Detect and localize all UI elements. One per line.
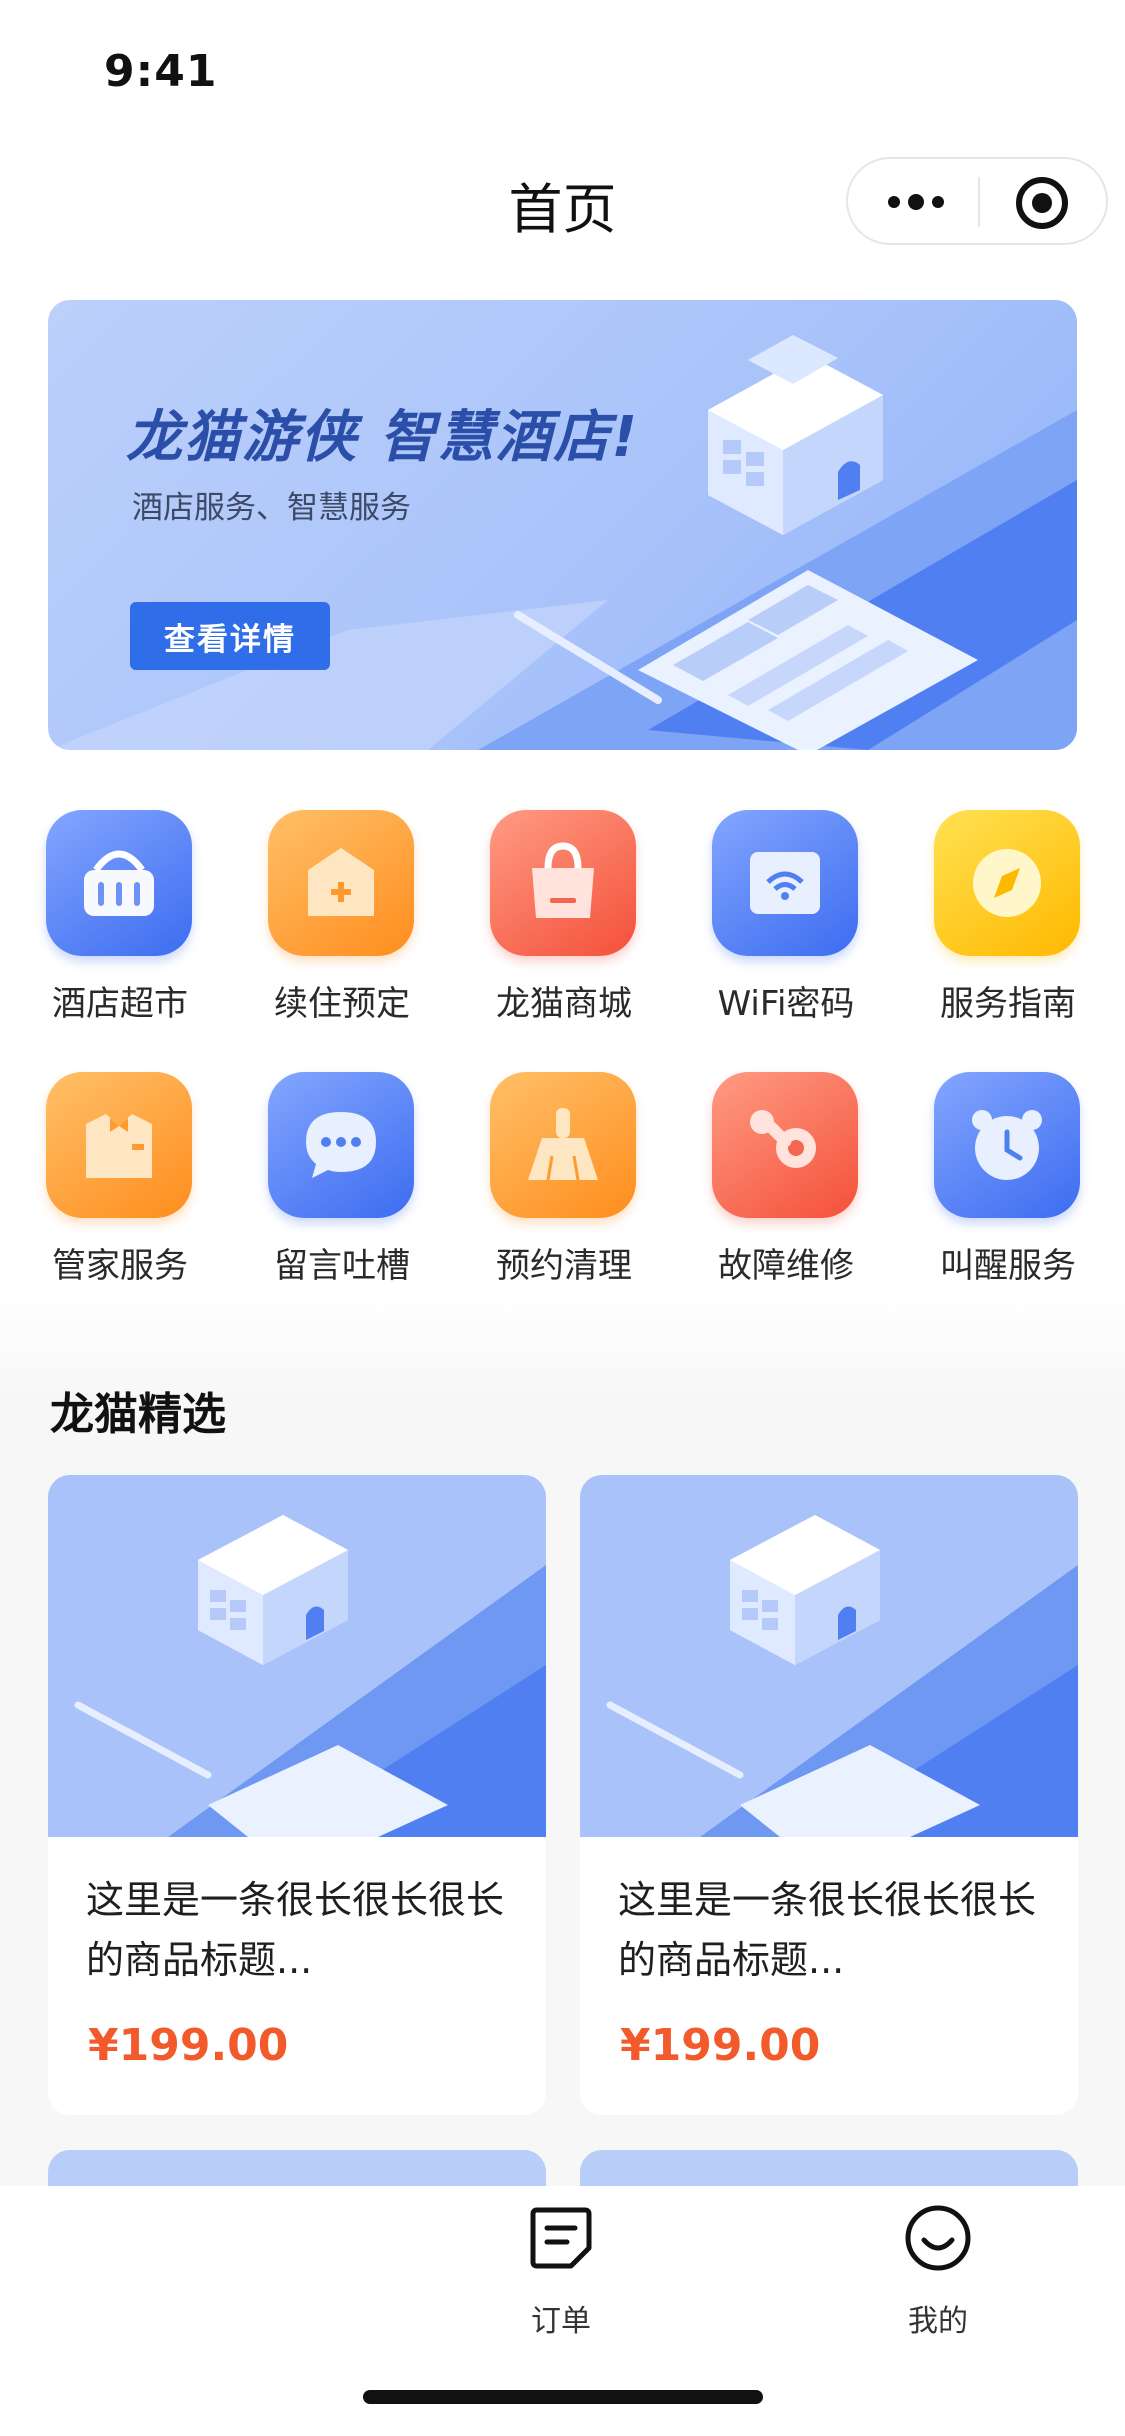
product-image — [48, 1475, 546, 1837]
tab-profile[interactable]: 我的 — [858, 2204, 1018, 2344]
grid-item-wifi[interactable]: WiFi密码 — [670, 810, 870, 1040]
grid-label: 预约清理 — [496, 1246, 632, 1286]
home-indicator — [363, 2390, 763, 2404]
product-price: ¥199.00 — [620, 2020, 821, 2071]
grid-label: 留言吐槽 — [274, 1246, 410, 1286]
section-title: 龙猫精选 — [50, 1389, 226, 1440]
compass-icon — [934, 810, 1080, 956]
grid-label: 叫醒服务 — [940, 1246, 1076, 1286]
grid-item-service-guide[interactable]: 服务指南 — [892, 810, 1092, 1040]
grid-item-mall[interactable]: 龙猫商城 — [448, 810, 648, 1040]
product-image — [580, 1475, 1078, 1837]
grid-item-wake-up[interactable]: 叫醒服务 — [892, 1072, 1092, 1302]
grid-label: 续住预定 — [274, 984, 410, 1024]
shopping-bag-icon — [490, 810, 636, 956]
chat-bubble-icon — [268, 1072, 414, 1218]
banner-subtitle: 酒店服务、智慧服务 — [132, 490, 411, 526]
target-icon[interactable] — [1014, 175, 1070, 231]
grid-item-repair[interactable]: 故障维修 — [670, 1072, 870, 1302]
grid-item-cleaning[interactable]: 预约清理 — [448, 1072, 648, 1302]
grid-label: 龙猫商城 — [496, 984, 632, 1024]
banner-title: 龙猫游侠 智慧酒店! — [126, 405, 640, 470]
grid-label: WiFi密码 — [717, 984, 855, 1024]
hero-banner[interactable]: 龙猫游侠 智慧酒店! 酒店服务、智慧服务 查看详情 — [48, 300, 1077, 750]
product-price: ¥199.00 — [88, 2020, 289, 2071]
capsule-divider — [978, 177, 980, 227]
status-time: 9:41 — [104, 46, 218, 97]
wifi-icon — [712, 810, 858, 956]
broom-icon — [490, 1072, 636, 1218]
house-icon — [268, 810, 414, 956]
mini-program-capsule — [846, 157, 1108, 245]
grid-item-butler[interactable]: 管家服务 — [4, 1072, 204, 1302]
product-title: 这里是一条很长很长很长的商品标题... — [618, 1878, 1037, 1982]
tab-label: 订单 — [531, 2304, 591, 2339]
grid-item-extend-stay[interactable]: 续住预定 — [226, 810, 426, 1040]
butler-shirt-icon — [46, 1072, 192, 1218]
product-title: 这里是一条很长很长很长的商品标题... — [86, 1878, 505, 1982]
grid-label: 故障维修 — [718, 1246, 854, 1286]
view-details-button[interactable]: 查看详情 — [130, 602, 330, 670]
tab-label: 我的 — [908, 2304, 968, 2339]
grid-item-message[interactable]: 留言吐槽 — [226, 1072, 426, 1302]
grid-item-hotel-market[interactable]: 酒店超市 — [4, 810, 204, 1040]
product-card[interactable]: 这里是一条很长很长很长的商品标题... ¥199.00 — [580, 1475, 1078, 2115]
smile-profile-icon — [905, 2205, 971, 2271]
grid-label: 管家服务 — [52, 1246, 188, 1286]
grid-label: 酒店超市 — [52, 984, 188, 1024]
more-dots-icon[interactable] — [886, 189, 946, 215]
grid-label: 服务指南 — [940, 984, 1076, 1024]
order-icon — [530, 2207, 592, 2269]
product-card[interactable]: 这里是一条很长很长很长的商品标题... ¥199.00 — [48, 1475, 546, 2115]
wrench-gear-icon — [712, 1072, 858, 1218]
alarm-clock-icon — [934, 1072, 1080, 1218]
tab-orders[interactable]: 订单 — [481, 2204, 641, 2344]
basket-icon — [46, 810, 192, 956]
